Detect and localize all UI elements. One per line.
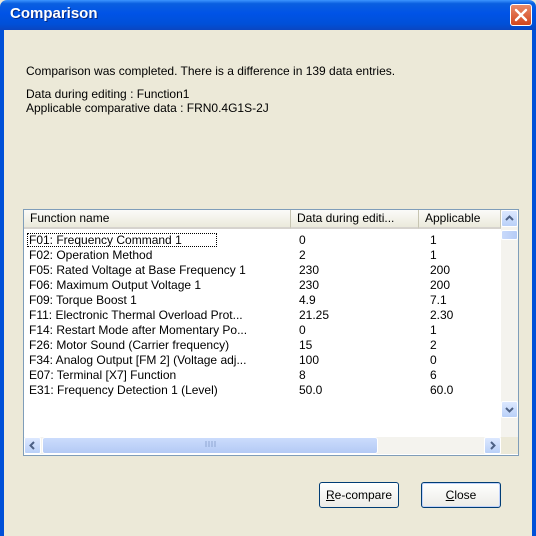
function-name-cell: F11: Electronic Thermal Overload Prot... — [29, 308, 243, 322]
applicable-value-cell: 60.0 — [430, 383, 454, 397]
title-bar[interactable]: Comparison — [0, 0, 536, 30]
applicable-value-cell: 200 — [430, 263, 451, 277]
applicable-value-cell: 1 — [430, 248, 437, 262]
comparison-dialog: Comparison Comparison was completed. The… — [0, 0, 536, 536]
horizontal-scroll-thumb[interactable] — [42, 437, 378, 454]
table-row[interactable]: F05: Rated Voltage at Base Frequency 1 2… — [24, 263, 502, 278]
table-row[interactable]: E07: Terminal [X7] Function 8 6 — [24, 368, 502, 383]
scroll-left-button[interactable] — [24, 437, 41, 454]
table-row[interactable]: F14: Restart Mode after Momentary Po... … — [24, 323, 502, 338]
recompare-button[interactable]: Re-compare — [319, 482, 399, 508]
table-row[interactable]: F02: Operation Method 2 1 — [24, 248, 502, 263]
table-row[interactable]: F01: Frequency Command 1 0 1 — [24, 233, 502, 248]
editing-data-text: Data during editing : Function1 — [26, 87, 190, 101]
function-name-cell: F01: Frequency Command 1 — [29, 233, 182, 247]
vertical-scrollbar[interactable] — [501, 210, 518, 437]
editing-value-cell: 230 — [299, 278, 320, 292]
scroll-up-button[interactable] — [501, 210, 518, 227]
function-name-cell: F05: Rated Voltage at Base Frequency 1 — [29, 263, 246, 277]
applicable-value-cell: 0 — [430, 353, 437, 367]
editing-value-cell: 0 — [299, 233, 306, 247]
editing-value-cell: 230 — [299, 263, 320, 277]
function-name-cell: F09: Torque Boost 1 — [29, 293, 137, 307]
recompare-access-key: R — [325, 488, 335, 502]
editing-value-cell: 15 — [299, 338, 313, 352]
column-header-applicable[interactable]: Applicable — [419, 210, 501, 229]
window-border-left — [0, 30, 4, 536]
comparison-result-text: Comparison was completed. There is a dif… — [26, 64, 396, 78]
window-title: Comparison — [10, 5, 98, 22]
editing-value-cell: 8 — [299, 368, 306, 382]
editing-value-cell: 50.0 — [299, 383, 323, 397]
editing-value-cell: 0 — [299, 323, 306, 337]
applicable-value-cell: 1 — [430, 323, 437, 337]
applicable-value-cell: 1 — [430, 233, 437, 247]
close-window-button[interactable] — [510, 4, 532, 26]
applicable-value-cell: 2 — [430, 338, 437, 352]
table-row[interactable]: F11: Electronic Thermal Overload Prot...… — [24, 308, 502, 323]
editing-value-cell: 4.9 — [299, 293, 316, 307]
scroll-down-button[interactable] — [501, 401, 518, 418]
applicable-data-text: Applicable comparative data : FRN0.4G1S-… — [26, 101, 269, 115]
function-name-cell: E07: Terminal [X7] Function — [29, 368, 177, 382]
close-button-label: lose — [454, 488, 477, 502]
table-row[interactable]: F26: Motor Sound (Carrier frequency) 15 … — [24, 338, 502, 353]
grip-icon — [205, 441, 216, 447]
function-name-cell: F26: Motor Sound (Carrier frequency) — [29, 338, 230, 352]
function-name-cell: F06: Maximum Output Voltage 1 — [29, 278, 202, 292]
function-name-cell: E31: Frequency Detection 1 (Level) — [29, 383, 218, 397]
table-row[interactable]: F34: Analog Output [FM 2] (Voltage adj..… — [24, 353, 502, 368]
vertical-scroll-thumb[interactable] — [501, 230, 518, 240]
function-name-cell: F02: Operation Method — [29, 248, 153, 262]
applicable-value-cell: 6 — [430, 368, 437, 382]
chevron-left-icon — [29, 441, 35, 450]
comparison-list[interactable]: Function name Data during editi... Appli… — [23, 209, 519, 456]
chevron-down-icon — [505, 407, 514, 413]
window-border-right — [532, 30, 536, 536]
editing-value-cell: 21.25 — [299, 308, 330, 322]
function-name-cell: F34: Analog Output [FM 2] (Voltage adj..… — [29, 353, 247, 367]
chevron-right-icon — [490, 441, 496, 450]
table-row[interactable]: F06: Maximum Output Voltage 1 230 200 — [24, 278, 502, 293]
applicable-value-cell: 7.1 — [430, 293, 447, 307]
close-icon — [514, 8, 528, 22]
editing-value-cell: 2 — [299, 248, 306, 262]
scrollbar-corner — [501, 437, 518, 454]
applicable-value-cell: 2.30 — [430, 308, 454, 322]
recompare-button-label: e-compare — [334, 488, 393, 502]
scroll-right-button[interactable] — [484, 437, 501, 454]
table-row[interactable]: E31: Frequency Detection 1 (Level) 50.0 … — [24, 383, 502, 398]
chevron-up-icon — [505, 215, 514, 221]
applicable-value-cell: 200 — [430, 278, 451, 292]
editing-value-cell: 100 — [299, 353, 320, 367]
column-header-data-during-editing[interactable]: Data during editi... — [291, 210, 419, 229]
close-button[interactable]: Close — [421, 482, 501, 508]
horizontal-scrollbar[interactable] — [24, 437, 501, 454]
function-name-cell: F14: Restart Mode after Momentary Po... — [29, 323, 248, 337]
column-header-function-name[interactable]: Function name — [24, 210, 291, 229]
table-row[interactable]: F09: Torque Boost 1 4.9 7.1 — [24, 293, 502, 308]
